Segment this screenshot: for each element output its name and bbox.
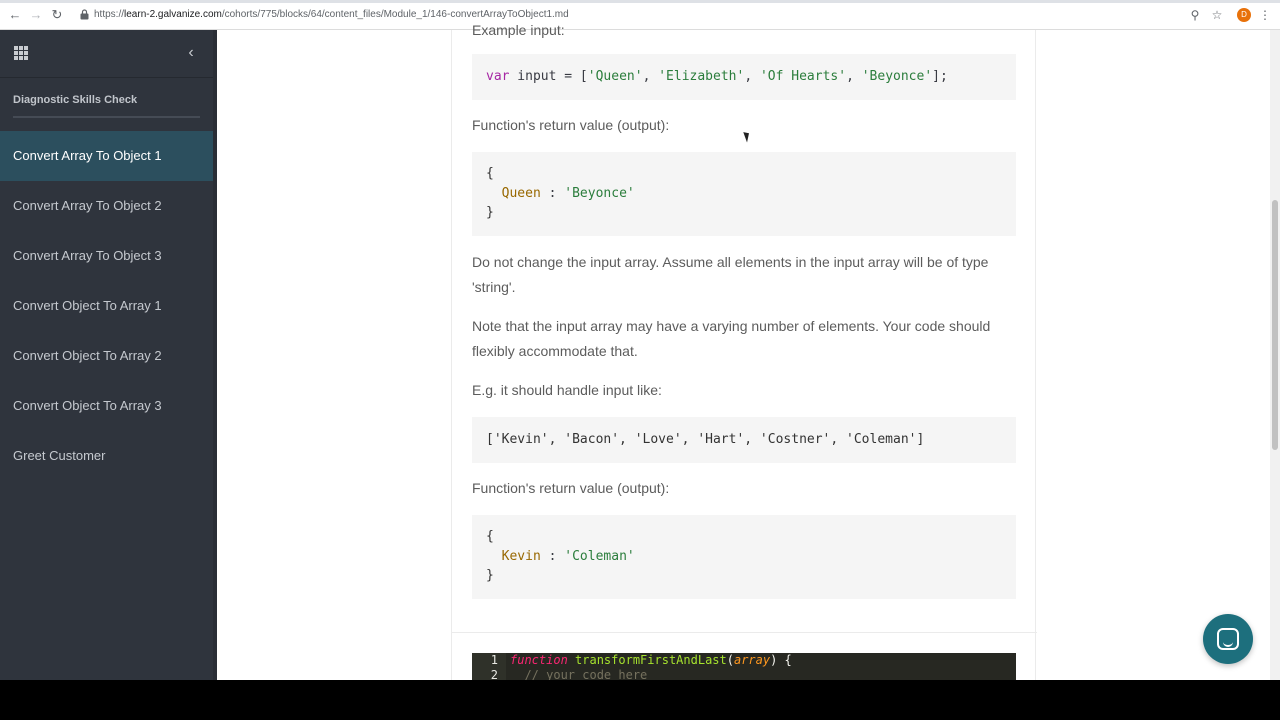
example-input-label: Example input: <box>472 22 565 38</box>
code-block-output-1: { Queen : 'Beyonce' } <box>472 152 1016 236</box>
url-prefix: https:// <box>94 9 125 20</box>
code-block-output-2: { Kevin : 'Coleman' } <box>472 515 1016 599</box>
chat-launcher-button[interactable] <box>1203 614 1253 664</box>
editor-line: function transformFirstAndLast(array) { <box>510 653 792 667</box>
url-host: learn-2.galvanize.com <box>124 9 222 20</box>
apps-grid-icon[interactable] <box>14 46 28 60</box>
profile-avatar[interactable]: D <box>1237 8 1251 22</box>
browser-menu-icon[interactable]: ⋮ <box>1257 7 1273 23</box>
reload-icon[interactable]: ↻ <box>49 7 65 23</box>
lesson-card: Example input: var input = ['Queen', 'El… <box>451 22 1037 680</box>
editor-line: // your code here <box>510 668 648 680</box>
editor-gutter: 1 2 <box>472 653 506 680</box>
return-value-label-2: Function's return value (output): <box>472 480 670 496</box>
sidebar-item-greet-customer[interactable]: Greet Customer <box>0 431 213 481</box>
card-divider <box>452 632 1037 633</box>
sidebar-section-title: Diagnostic Skills Check <box>13 94 138 106</box>
lock-icon <box>80 9 89 20</box>
instruction-paragraph-2: Note that the input array may have a var… <box>472 318 991 359</box>
code-line: } <box>486 205 494 220</box>
back-icon[interactable]: ← <box>7 7 23 23</box>
code-line: { <box>486 166 494 181</box>
letterbox-bar <box>0 680 1280 720</box>
sidebar-item-convert-object-to-array-3[interactable]: Convert Object To Array 3 <box>0 381 213 431</box>
line-number: 2 <box>490 668 498 680</box>
code-line: { <box>486 529 494 544</box>
code-line: ['Kevin', 'Bacon', 'Love', 'Hart', 'Cost… <box>486 432 925 447</box>
code-line: Queen : 'Beyonce' <box>501 185 635 201</box>
line-number: 1 <box>490 653 498 667</box>
zoom-icon[interactable]: ⚲ <box>1187 7 1203 23</box>
code-block-example-input: var input = ['Queen', 'Elizabeth', 'Of H… <box>472 54 1016 100</box>
sidebar-header: ‹ <box>0 30 217 78</box>
page-scrollbar[interactable] <box>1270 30 1280 680</box>
code-line: Kevin : 'Coleman' <box>501 548 635 564</box>
sidebar-list: Convert Array To Object 1 Convert Array … <box>0 131 217 481</box>
code-editor[interactable]: 1 2 function transformFirstAndLast(array… <box>472 653 1016 680</box>
editor-code[interactable]: function transformFirstAndLast(array) { … <box>510 653 792 680</box>
code-block-example-input-2: ['Kevin', 'Bacon', 'Love', 'Hart', 'Cost… <box>472 417 1016 463</box>
scrollbar-thumb[interactable] <box>1272 200 1278 450</box>
sidebar-item-convert-array-to-object-3[interactable]: Convert Array To Object 3 <box>0 231 213 281</box>
chevron-left-icon[interactable]: ‹ <box>184 43 198 63</box>
screen: ← → ↻ https://learn-2.galvanize.com/coho… <box>0 0 1280 680</box>
main-content: Example input: var input = ['Queen', 'El… <box>217 22 1270 680</box>
instruction-paragraph-1: Do not change the input array. Assume al… <box>472 254 989 295</box>
instruction-paragraph-3: E.g. it should handle input like: <box>472 382 662 398</box>
code-line: var input = ['Queen', 'Elizabeth', 'Of H… <box>486 69 948 84</box>
sidebar: ‹ Diagnostic Skills Check Convert Array … <box>0 30 217 680</box>
forward-icon[interactable]: → <box>28 7 44 23</box>
chat-icon <box>1217 628 1239 650</box>
bookmark-star-icon[interactable]: ☆ <box>1209 7 1225 23</box>
code-line: } <box>486 568 494 583</box>
sidebar-item-convert-object-to-array-2[interactable]: Convert Object To Array 2 <box>0 331 213 381</box>
tab-strip-edge <box>0 0 1280 3</box>
section-divider <box>13 116 200 118</box>
sidebar-item-convert-array-to-object-2[interactable]: Convert Array To Object 2 <box>0 181 213 231</box>
sidebar-item-convert-array-to-object-1[interactable]: Convert Array To Object 1 <box>0 131 213 181</box>
sidebar-item-convert-object-to-array-1[interactable]: Convert Object To Array 1 <box>0 281 213 331</box>
